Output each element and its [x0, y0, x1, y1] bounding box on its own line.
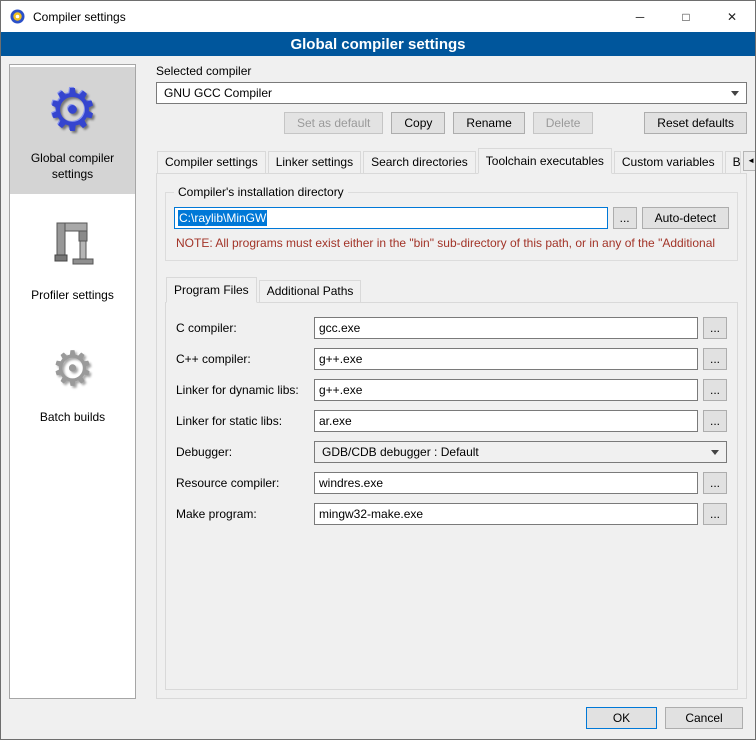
minimize-button[interactable]: ─	[617, 1, 663, 32]
close-button[interactable]: ✕	[709, 1, 755, 32]
window-title: Compiler settings	[33, 10, 126, 24]
program-files-panel: C compiler: ... C++ compiler: ... Linker…	[165, 302, 738, 690]
cpp-compiler-browse-button[interactable]: ...	[703, 348, 727, 370]
field-label: Linker for static libs:	[176, 414, 314, 428]
field-label: C compiler:	[176, 321, 314, 335]
titlebar: Compiler settings ─ □ ✕	[1, 1, 755, 32]
field-label: Make program:	[176, 507, 314, 521]
tab-scroll-left-button[interactable]: ◄	[743, 151, 756, 171]
chevron-down-icon	[731, 91, 739, 96]
field-label: Linker for dynamic libs:	[176, 383, 314, 397]
note-text: NOTE: All programs must exist either in …	[176, 236, 727, 250]
main-panel: Selected compiler GNU GCC Compiler Set a…	[156, 64, 747, 699]
tab-search-directories[interactable]: Search directories	[363, 151, 476, 173]
make-program-browse-button[interactable]: ...	[703, 503, 727, 525]
program-files-tab-strip: Program Files Additional Paths	[165, 277, 738, 302]
field-label: Debugger:	[176, 445, 314, 459]
global-compiler-gear-icon: ⚙	[13, 77, 132, 143]
copy-button[interactable]: Copy	[391, 112, 445, 134]
sidebar: ⚙ Global compiler settings Profiler sett…	[9, 64, 136, 699]
sidebar-item-profiler-settings[interactable]: Profiler settings	[10, 204, 135, 316]
tab-toolchain-executables[interactable]: Toolchain executables	[478, 148, 612, 174]
debugger-select[interactable]: GDB/CDB debugger : Default	[314, 441, 727, 463]
linker-static-input[interactable]	[314, 410, 698, 432]
installation-directory-row: C:\raylib\MinGW ... Auto-detect	[174, 207, 729, 229]
tab-additional-paths[interactable]: Additional Paths	[259, 280, 362, 302]
toolchain-executables-panel: Compiler's installation directory C:\ray…	[156, 173, 747, 699]
page-title: Global compiler settings	[1, 32, 755, 56]
linker-dynamic-browse-button[interactable]: ...	[703, 379, 727, 401]
settings-tab-strip: Compiler settings Linker settings Search…	[156, 148, 747, 173]
tab-custom-variables[interactable]: Custom variables	[614, 151, 723, 173]
tab-program-files[interactable]: Program Files	[166, 277, 257, 303]
resource-compiler-input[interactable]	[314, 472, 698, 494]
field-row-c-compiler: C compiler: ...	[176, 317, 727, 339]
dialog-footer: OK Cancel	[1, 699, 755, 739]
resource-compiler-browse-button[interactable]: ...	[703, 472, 727, 494]
installation-directory-input[interactable]: C:\raylib\MinGW	[174, 207, 608, 229]
make-program-input[interactable]	[314, 503, 698, 525]
sidebar-item-label: Batch builds	[13, 410, 132, 426]
linker-static-browse-button[interactable]: ...	[703, 410, 727, 432]
cpp-compiler-input[interactable]	[314, 348, 698, 370]
debugger-value: GDB/CDB debugger : Default	[322, 445, 479, 459]
selected-compiler-select[interactable]: GNU GCC Compiler	[156, 82, 747, 104]
set-as-default-button[interactable]: Set as default	[284, 112, 383, 134]
linker-dynamic-input[interactable]	[314, 379, 698, 401]
field-label: Resource compiler:	[176, 476, 314, 490]
caption-buttons: ─ □ ✕	[617, 1, 755, 32]
tab-scrollers: ◄ ►	[743, 151, 756, 171]
tab-build-options[interactable]: Build options	[725, 151, 741, 173]
compiler-settings-dialog: Compiler settings ─ □ ✕ Global compiler …	[0, 0, 756, 740]
c-compiler-browse-button[interactable]: ...	[703, 317, 727, 339]
maximize-button[interactable]: □	[663, 1, 709, 32]
sidebar-item-label: Profiler settings	[13, 288, 132, 304]
reset-defaults-button[interactable]: Reset defaults	[644, 112, 747, 134]
sidebar-item-batch-builds[interactable]: ⚙ Batch builds	[10, 326, 135, 438]
cancel-button[interactable]: Cancel	[665, 707, 743, 729]
field-label: C++ compiler:	[176, 352, 314, 366]
selected-compiler-value: GNU GCC Compiler	[164, 86, 272, 100]
selected-text: C:\raylib\MinGW	[178, 210, 267, 226]
dialog-body: ⚙ Global compiler settings Profiler sett…	[1, 56, 755, 699]
delete-button[interactable]: Delete	[533, 112, 594, 134]
sidebar-item-global-compiler-settings[interactable]: ⚙ Global compiler settings	[10, 67, 135, 194]
groupbox-title: Compiler's installation directory	[174, 185, 348, 199]
field-row-debugger: Debugger: GDB/CDB debugger : Default	[176, 441, 727, 463]
c-compiler-input[interactable]	[314, 317, 698, 339]
field-row-linker-static: Linker for static libs: ...	[176, 410, 727, 432]
app-icon	[9, 8, 26, 25]
profiler-clamp-icon	[13, 214, 132, 280]
selected-compiler-label: Selected compiler	[156, 64, 747, 78]
field-row-linker-dynamic: Linker for dynamic libs: ...	[176, 379, 727, 401]
compiler-action-buttons: Set as default Copy Rename Delete Reset …	[156, 112, 747, 134]
auto-detect-button[interactable]: Auto-detect	[642, 207, 729, 229]
tab-compiler-settings[interactable]: Compiler settings	[157, 151, 266, 173]
ok-button[interactable]: OK	[586, 707, 657, 729]
installation-directory-groupbox: Compiler's installation directory C:\ray…	[165, 192, 738, 261]
chevron-down-icon	[711, 450, 719, 455]
field-row-cpp-compiler: C++ compiler: ...	[176, 348, 727, 370]
batch-builds-gears-icon: ⚙	[13, 336, 132, 402]
rename-button[interactable]: Rename	[453, 112, 524, 134]
field-row-make-program: Make program: ...	[176, 503, 727, 525]
field-row-resource-compiler: Resource compiler: ...	[176, 472, 727, 494]
installation-directory-browse-button[interactable]: ...	[613, 207, 637, 229]
tab-linker-settings[interactable]: Linker settings	[268, 151, 361, 173]
sidebar-item-label: Global compiler settings	[13, 151, 132, 182]
